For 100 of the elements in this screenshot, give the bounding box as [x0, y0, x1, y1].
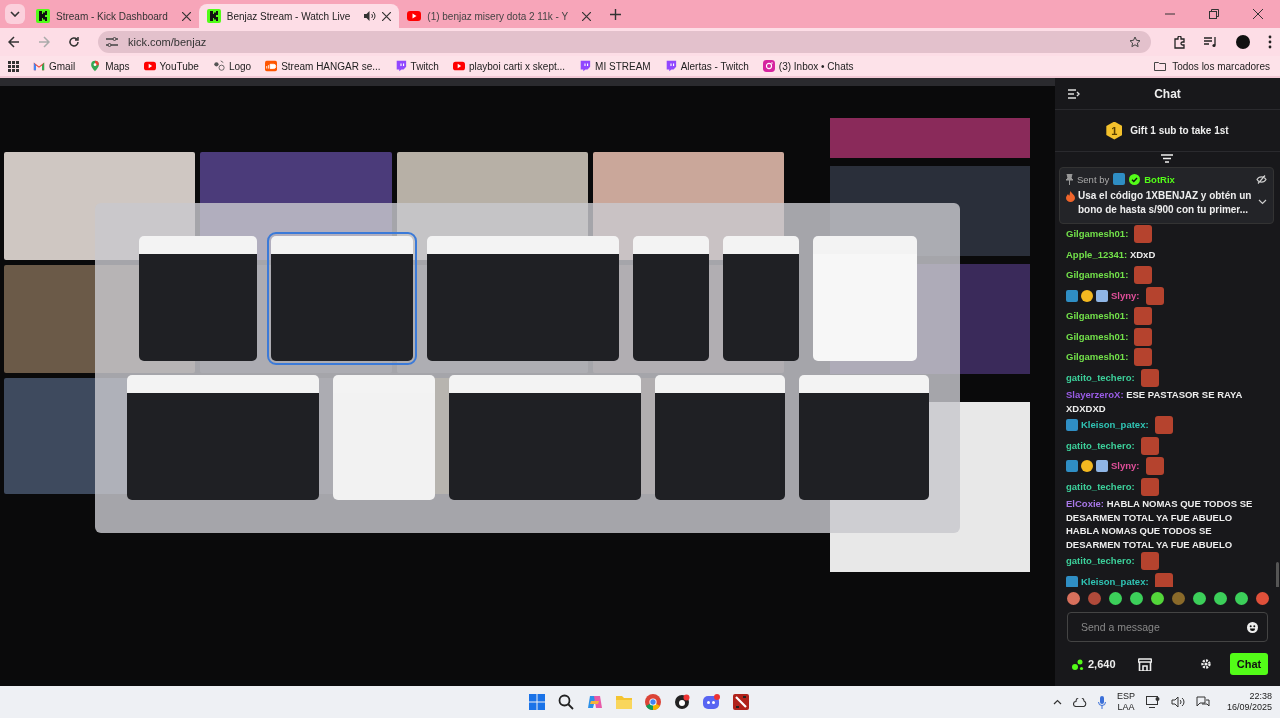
chat-message: ElCoxie: HABLA NOMAS QUE TODOS SE DESARMEN TOTAL YA FUE ABUELO HABLA NOMAS QUE TODOS SE DESARMEN TOTAL YA FUE ABUELO — [1066, 497, 1254, 551]
tab-search-button[interactable] — [5, 4, 25, 24]
copilot-icon[interactable] — [587, 694, 603, 710]
bookmark-item[interactable]: Gmail — [33, 60, 76, 72]
reload-icon[interactable] — [68, 36, 80, 48]
settings-icon[interactable] — [1200, 658, 1212, 670]
chat-username[interactable]: Kleison_patex: — [1081, 574, 1149, 587]
chevron-down-icon[interactable] — [10, 11, 20, 17]
emote-image — [1134, 327, 1153, 346]
all-bookmarks-button[interactable]: Todos los marcadores — [1154, 60, 1270, 72]
browser-tab[interactable]: Stream - Kick Dashboard — [28, 4, 199, 28]
bookmark-star-icon[interactable] — [1129, 36, 1141, 48]
close-icon[interactable] — [582, 11, 592, 21]
restore-icon[interactable] — [1209, 9, 1219, 19]
emote-icon[interactable] — [1067, 591, 1080, 605]
chat-username[interactable]: Gilgamesh01: — [1066, 268, 1129, 283]
chat-username[interactable]: Gilgamesh01: — [1066, 350, 1129, 365]
emote-image — [1134, 348, 1153, 367]
menu-icon[interactable] — [1268, 35, 1272, 49]
collapse-chat-icon[interactable] — [1068, 89, 1080, 99]
bookmark-item[interactable]: MI STREAM — [579, 60, 651, 72]
emote-icon[interactable] — [1130, 591, 1143, 605]
chat-message: Apple_12341: XDxD — [1066, 248, 1157, 262]
emote-icon[interactable] — [1256, 591, 1269, 605]
moderator-badge-icon — [1113, 173, 1126, 185]
emote-image — [1134, 225, 1153, 244]
rank-badge: 1 — [1106, 121, 1123, 140]
bookmark-item[interactable]: Maps — [89, 60, 130, 72]
app-icon[interactable] — [674, 694, 690, 710]
media-control-icon[interactable] — [1204, 36, 1218, 48]
discord-icon[interactable] — [703, 694, 720, 710]
verified-badge-icon — [1129, 173, 1141, 185]
close-icon[interactable] — [382, 11, 392, 21]
emoji-icon[interactable] — [1247, 622, 1258, 633]
site-info-icon[interactable] — [106, 37, 118, 47]
close-icon[interactable] — [1253, 9, 1263, 19]
bookmark-item[interactable]: Alertas - Twitch — [664, 60, 749, 72]
chat-username[interactable]: gatito_techero: — [1066, 554, 1135, 569]
bookmark-item[interactable]: Logo — [212, 60, 252, 72]
chat-send-button[interactable]: Chat — [1230, 653, 1268, 675]
emote-icon[interactable] — [1235, 591, 1248, 605]
back-icon[interactable] — [8, 36, 20, 48]
address-bar[interactable]: kick.com/benjaz — [98, 31, 1151, 53]
moderator-badge-icon — [1066, 460, 1078, 473]
moderator-badge-icon — [1066, 419, 1078, 432]
chrome-icon[interactable] — [645, 694, 661, 710]
chat-username[interactable]: Slyny: — [1111, 288, 1140, 303]
play-logo-icon — [407, 9, 422, 23]
chevron-up-icon[interactable] — [1052, 699, 1062, 705]
speaker-icon[interactable] — [1170, 696, 1185, 708]
emote-icon[interactable] — [1214, 591, 1227, 605]
bookmark-item[interactable]: (3) Inbox • Chats — [762, 60, 854, 72]
chat-username[interactable]: gatito_techero: — [1066, 370, 1135, 385]
hide-icon[interactable] — [1256, 174, 1267, 184]
apps-grid-icon[interactable] — [8, 60, 19, 72]
moderator-badge-icon — [1066, 575, 1078, 587]
play-logo-icon — [143, 60, 156, 72]
cloud-icon[interactable] — [1072, 697, 1087, 707]
emote-image — [1145, 457, 1164, 476]
dota-icon[interactable] — [733, 694, 749, 710]
message-input-field[interactable]: Send a message — [1067, 612, 1268, 642]
emote-icon[interactable] — [1109, 591, 1122, 605]
pin-icon — [1066, 173, 1073, 185]
scrollbar-thumb[interactable] — [1276, 562, 1279, 587]
bookmark-item[interactable]: playboi carti x skept... — [452, 60, 566, 72]
pinned-author[interactable]: BotRix — [1144, 173, 1175, 185]
chat-username[interactable]: Gilgamesh01: — [1066, 329, 1129, 344]
chat-username[interactable]: Slyny: — [1111, 459, 1140, 474]
windows-start-icon[interactable] — [529, 694, 545, 710]
extensions-icon[interactable] — [1173, 35, 1186, 49]
profile-avatar[interactable] — [1236, 35, 1250, 49]
chat-username[interactable]: gatito_techero: — [1066, 438, 1135, 453]
speaker-icon[interactable] — [364, 11, 377, 21]
folder-icon — [1154, 61, 1167, 71]
gift-sub-prompt[interactable]: Gift 1 sub to take 1st — [1130, 125, 1229, 136]
chat-username[interactable]: Kleison_patex: — [1081, 418, 1149, 433]
emote-image — [1154, 572, 1173, 587]
microphone-icon[interactable] — [1097, 695, 1106, 709]
chat-bubble-icon[interactable] — [1195, 696, 1210, 708]
clock[interactable]: 22:38 16/09/2025 — [1226, 691, 1272, 713]
moderator-badge-icon — [1066, 289, 1078, 302]
expand-chevron-icon[interactable] — [1258, 199, 1267, 205]
network-icon[interactable] — [1145, 696, 1160, 708]
emote-icon[interactable] — [1193, 591, 1206, 605]
browser-tab[interactable]: (1) benjaz misery dota 2 11k - Y — [399, 4, 600, 28]
bookmark-item[interactable]: Twitch — [394, 60, 439, 72]
chat-username[interactable]: Gilgamesh01: — [1066, 309, 1129, 324]
chat-username[interactable]: gatito_techero: — [1066, 479, 1135, 494]
bookmark-item[interactable]: Stream HANGAR se... — [265, 60, 381, 72]
store-icon[interactable] — [1137, 657, 1152, 671]
close-icon[interactable] — [181, 11, 191, 21]
emote-icon[interactable] — [1151, 591, 1164, 605]
filter-icon[interactable] — [1161, 154, 1173, 163]
bookmark-item[interactable]: YouTube — [143, 60, 199, 72]
emote-image — [1134, 307, 1153, 326]
browser-tab[interactable]: Benjaz Stream - Watch Live — [198, 4, 400, 28]
emote-image — [1134, 266, 1153, 285]
chat-username[interactable]: Gilgamesh01: — [1066, 227, 1129, 242]
search-icon[interactable] — [558, 694, 574, 710]
input-language-indicator[interactable]: ESP LAA — [1116, 691, 1135, 713]
